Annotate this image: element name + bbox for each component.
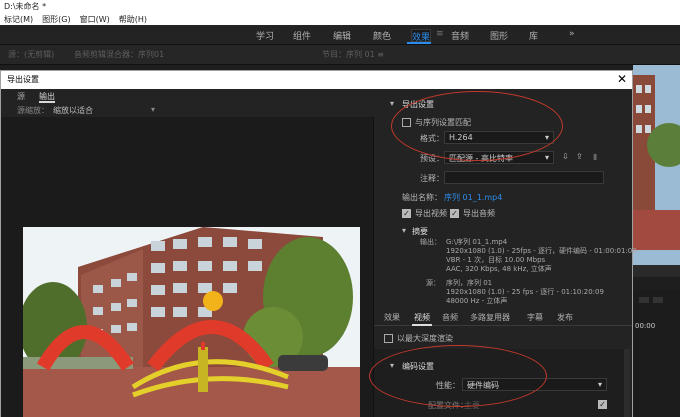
program-monitor-background: 00:00	[633, 65, 680, 417]
export-video-row[interactable]: ✓ 导出视频	[402, 208, 447, 219]
summary-source-label: 源：	[426, 279, 440, 287]
program-timecode: 00:00	[635, 322, 656, 330]
tab-publish[interactable]: 发布	[557, 312, 573, 323]
settings-tabs: 效果 视频 音频 多路复用器 字幕 发布	[374, 312, 632, 326]
preview-tabs: 源 输出	[1, 89, 374, 103]
summary-source-line: 序列，序列 01	[446, 279, 493, 287]
window-title: D:\未命名 *	[0, 0, 680, 13]
summary-output-line: AAC, 320 Kbps, 48 kHz, 立体声	[446, 265, 552, 273]
tab-source[interactable]: 源	[17, 91, 25, 102]
tab-captions[interactable]: 字幕	[527, 312, 543, 323]
dialog-title: 导出设置	[1, 71, 632, 89]
audio-mixer-panel-tab[interactable]: 音频剪辑混合器：序列01	[74, 49, 164, 60]
output-name-link[interactable]: 序列 01_1.mp4	[444, 192, 502, 203]
workspace-effects[interactable]: 效果	[411, 29, 432, 43]
workspace-overflow-icon[interactable]: »	[569, 29, 575, 39]
summary-output-line: 1920x1080 (1.0) - 25fps - 逐行，硬件编码 - 01:0…	[446, 247, 637, 255]
chevron-down-icon[interactable]: ▾	[151, 105, 155, 114]
panel-header-row: 源：(无剪辑) 音频剪辑混合器：序列01 节目：序列 01 ≡	[0, 45, 680, 65]
max-depth-checkbox[interactable]	[384, 334, 393, 343]
menu-window[interactable]: 窗口(W)	[80, 14, 110, 25]
output-name-label: 输出名称：	[402, 193, 442, 202]
dialog-body: 源 输出 源缩放： 缩放以适合 ▾ ▾ 导出设置 与序列设置匹配 格式： H.2…	[1, 89, 637, 417]
source-scaling-label: 源缩放：	[17, 106, 49, 115]
workspace-menu-icon[interactable]: ≡	[436, 29, 444, 39]
max-depth-label: 以最大深度渲染	[397, 334, 453, 343]
disclosure-triangle-icon[interactable]: ▾	[402, 226, 406, 235]
save-preset-icon[interactable]: ⇪	[576, 152, 583, 161]
menu-graphics[interactable]: 图形(G)	[42, 14, 70, 25]
tab-audio[interactable]: 音频	[442, 312, 458, 323]
source-scaling-row: 源缩放： 缩放以适合 ▾	[1, 103, 374, 117]
workspace-audio[interactable]: 音频	[451, 29, 469, 42]
workspace-assembly[interactable]: 组件	[293, 29, 311, 42]
export-settings-dialog: 导出设置 ✕ 源 输出 源缩放： 缩放以适合 ▾ ▾ 导出设置 与序列设置匹配 …	[0, 70, 637, 417]
workspace-libraries[interactable]: 库	[529, 29, 538, 42]
close-icon[interactable]: ✕	[617, 72, 627, 86]
workspace-learn[interactable]: 学习	[256, 29, 274, 42]
summary-header: 摘要	[412, 227, 428, 236]
delete-preset-icon[interactable]: ▮	[593, 152, 597, 161]
output-preview-image	[23, 227, 360, 417]
workspace-editing[interactable]: 编辑	[333, 29, 351, 42]
export-video-label: 导出视频	[415, 209, 447, 218]
workspace-bar: 学习 组件 编辑 颜色 效果 ≡ 音频 图形 库 »	[0, 25, 680, 45]
summary-output-label: 输出：	[420, 238, 441, 246]
tab-multiplexer[interactable]: 多路复用器	[470, 312, 510, 323]
import-preset-icon[interactable]: ⇩	[562, 152, 569, 161]
menu-marker[interactable]: 标记(M)	[4, 14, 33, 25]
menubar: 标记(M) 图形(G) 窗口(W) 帮助(H)	[0, 13, 680, 25]
summary-source-line: 48000 Hz - 立体声	[446, 297, 508, 305]
source-scaling-select[interactable]: 缩放以适合	[53, 105, 93, 116]
max-depth-row[interactable]: 以最大深度渲染	[384, 333, 453, 344]
summary-output-line: VBR - 1 次，目标 10.00 Mbps	[446, 256, 546, 264]
chevron-down-icon: ▾	[544, 153, 549, 162]
comments-label: 注释：	[420, 174, 444, 183]
annotation-ellipse-format	[391, 91, 563, 161]
summary-source-lines: 序列，序列 01 1920x1080 (1.0) - 25 fps - 逐行 -…	[446, 279, 604, 306]
export-audio-row[interactable]: ✓ 导出音频	[450, 208, 495, 219]
preview-pane: 源 输出 源缩放： 缩放以适合 ▾	[1, 89, 374, 417]
disclosure-triangle-icon[interactable]: ▾	[390, 99, 394, 108]
workspace-color[interactable]: 颜色	[373, 29, 391, 42]
export-audio-label: 导出音频	[463, 209, 495, 218]
menu-help[interactable]: 帮助(H)	[119, 14, 147, 25]
workspace-graphics[interactable]: 图形	[490, 29, 508, 42]
settings-scrollbar[interactable]	[624, 349, 630, 417]
tab-effects[interactable]: 效果	[384, 312, 400, 323]
profile-checkbox[interactable]: ✓	[598, 400, 607, 409]
export-audio-checkbox[interactable]: ✓	[450, 209, 459, 218]
chevron-down-icon: ▾	[597, 380, 602, 389]
program-panel-tab[interactable]: 节目：序列 01 ≡	[322, 49, 384, 60]
comments-input[interactable]	[444, 171, 604, 184]
summary-source-line: 1920x1080 (1.0) - 25 fps - 逐行 - 01:10:20…	[446, 288, 604, 296]
tab-video[interactable]: 视频	[414, 312, 430, 323]
summary-output-lines: G:\序列 01_1.mp4 1920x1080 (1.0) - 25fps -…	[446, 238, 637, 274]
program-monitor-image	[633, 65, 680, 417]
summary-output-line: G:\序列 01_1.mp4	[446, 238, 508, 246]
active-workspace-underline	[407, 42, 431, 44]
source-panel-tab[interactable]: 源：(无剪辑)	[8, 49, 54, 60]
annotation-ellipse-encoding	[369, 345, 547, 407]
active-settings-tab-underline	[412, 324, 432, 326]
export-video-checkbox[interactable]: ✓	[402, 209, 411, 218]
